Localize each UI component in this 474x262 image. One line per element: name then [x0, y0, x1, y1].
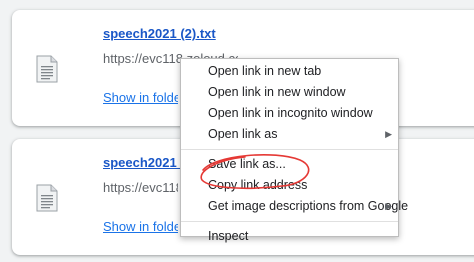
menu-item-open-link-as[interactable]: Open link as ▶ — [181, 124, 398, 145]
download-url: https://evc118.zoloud.com — [103, 180, 178, 195]
show-in-folder-link[interactable]: Show in folder — [103, 219, 178, 234]
menu-item-label: Save link as... — [208, 157, 286, 171]
menu-item-open-new-window[interactable]: Open link in new window — [181, 82, 398, 103]
file-icon — [36, 55, 58, 83]
menu-item-label: Copy link address — [208, 178, 308, 192]
context-menu: Open link in new tab Open link in new wi… — [180, 58, 408, 243]
submenu-arrow-icon: ▶ — [385, 201, 392, 211]
menu-item-label: Open link in new window — [208, 85, 346, 99]
menu-item-image-descriptions[interactable]: Get image descriptions from Google ▶ — [181, 196, 408, 217]
menu-separator — [181, 149, 398, 150]
filename-link[interactable]: speech2021 (2).txt — [103, 26, 216, 41]
menu-item-inspect[interactable]: Inspect — [181, 226, 398, 247]
menu-item-label: Open link in incognito window — [208, 106, 373, 120]
menu-separator — [181, 221, 398, 222]
menu-item-label: Open link as — [208, 127, 278, 141]
menu-item-label: Get image descriptions from Google — [208, 199, 409, 213]
submenu-arrow-icon: ▶ — [385, 129, 392, 139]
show-in-folder-link[interactable]: Show in folder — [103, 90, 178, 105]
menu-item-open-new-tab[interactable]: Open link in new tab — [181, 61, 398, 82]
menu-item-open-incognito[interactable]: Open link in incognito window — [181, 103, 398, 124]
menu-item-copy-link-address[interactable]: Copy link address — [181, 175, 398, 196]
menu-item-label: Inspect — [208, 229, 249, 243]
file-icon — [36, 184, 58, 212]
menu-item-label: Open link in new tab — [208, 64, 322, 78]
menu-item-save-link-as[interactable]: Save link as... — [181, 154, 398, 175]
